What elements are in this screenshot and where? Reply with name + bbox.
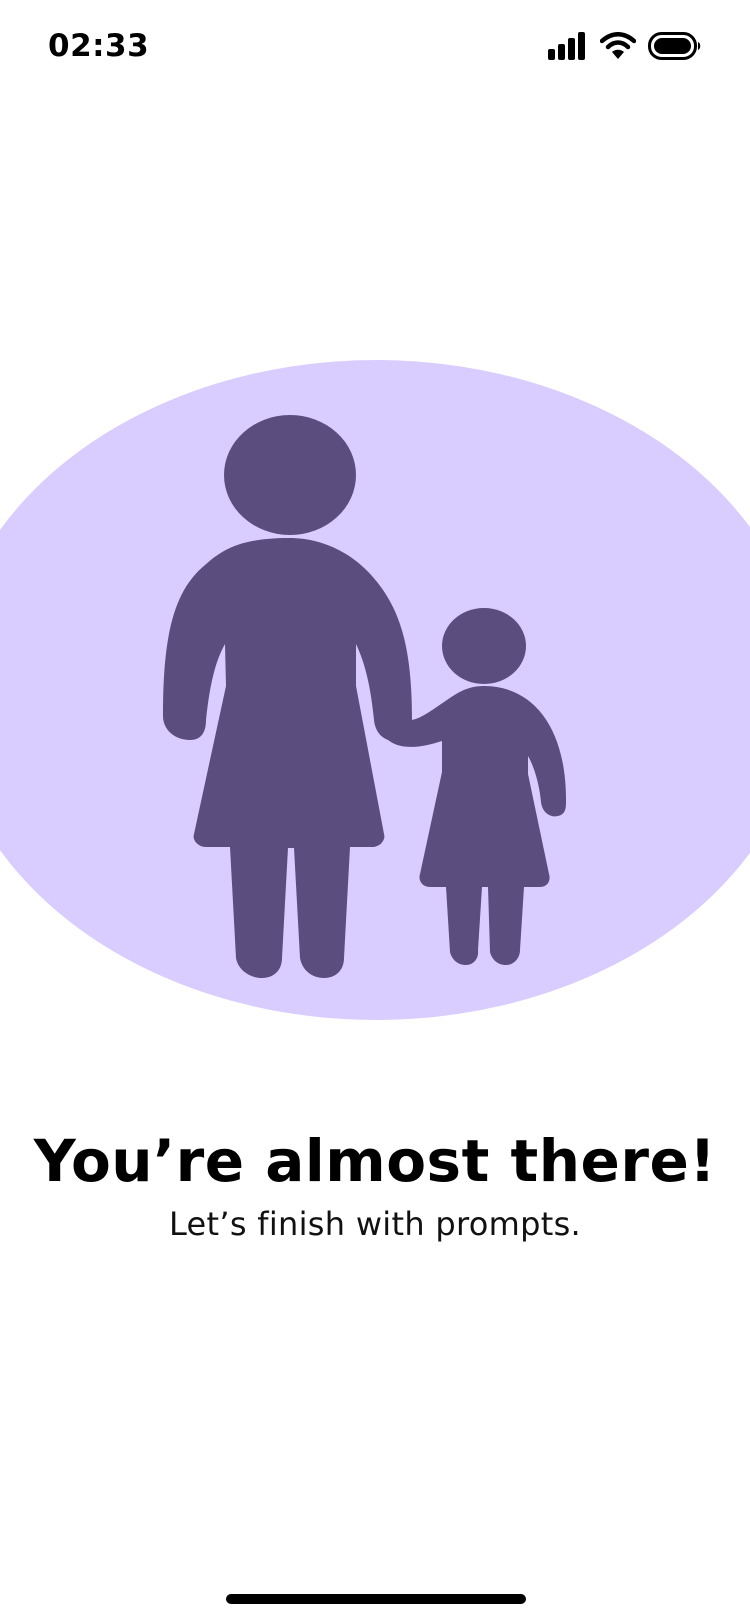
home-indicator[interactable] [226,1594,526,1604]
status-time: 02:33 [48,28,150,64]
headline: You’re almost there! [33,1127,717,1195]
wifi-icon [599,32,637,64]
subhead: Let’s finish with prompts. [168,1205,582,1243]
status-icons [548,30,702,66]
signal-bars-icon [548,32,588,64]
illustration [0,360,750,1028]
status-bar: 02:33 [0,0,750,96]
parent-and-child-icon [0,360,750,1020]
battery-icon [648,32,702,64]
